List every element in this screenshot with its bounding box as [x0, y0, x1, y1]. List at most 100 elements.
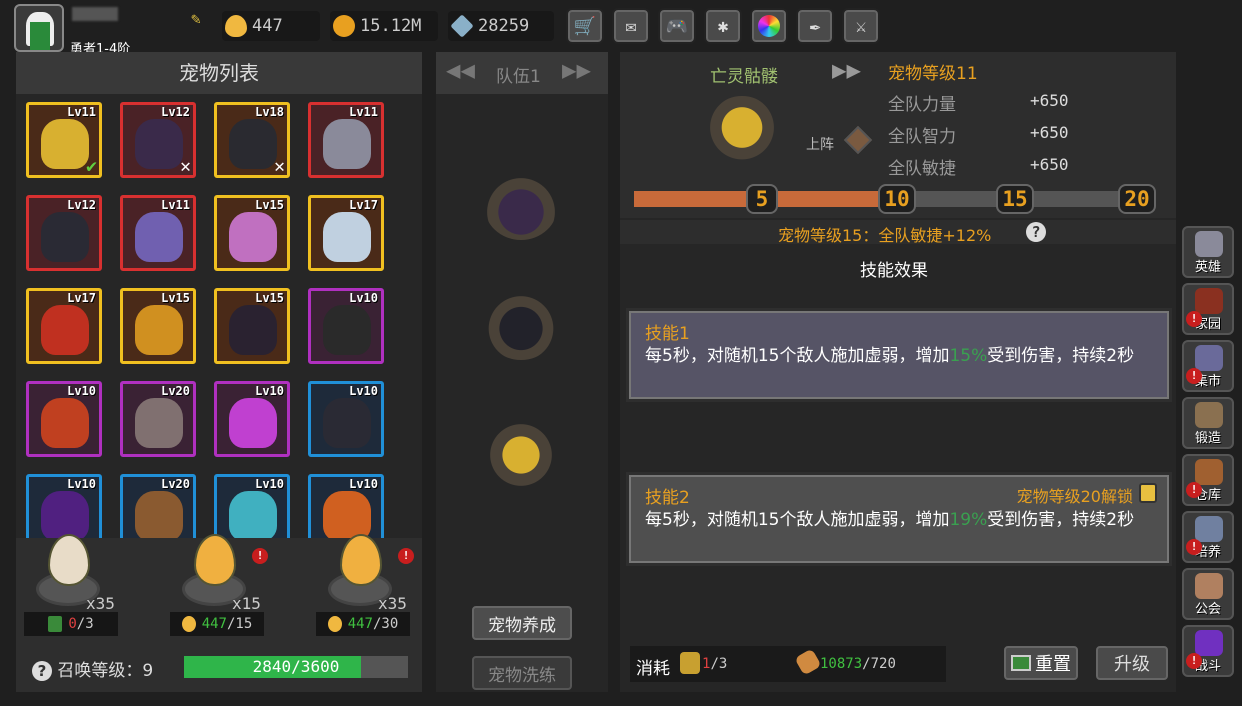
stat-name: 全队敏捷 — [888, 159, 956, 179]
crossed-swords-icon: ✕ — [180, 156, 191, 177]
pet-slot[interactable]: Lv11 — [308, 102, 384, 178]
pet-level-tag: Lv11 — [67, 105, 96, 119]
pet-portrait — [706, 96, 778, 166]
nav-战斗[interactable]: 战斗! — [1182, 625, 1234, 677]
stat-value: +650 — [1030, 155, 1069, 174]
pet-slot[interactable]: Lv15 — [214, 288, 290, 364]
player-name-blurred — [72, 7, 118, 21]
pet-level-tag: Lv11 — [161, 198, 190, 212]
pet-slot[interactable]: Lv18 ✕ — [214, 102, 290, 178]
upgrade-button[interactable]: 升级 — [1096, 646, 1168, 680]
pet-slot[interactable]: Lv17 — [308, 195, 384, 271]
gamepad-button[interactable]: 🎮 — [658, 8, 696, 44]
skill-2-name: 技能2 — [645, 488, 690, 508]
egg-cost: 0/3 — [24, 612, 118, 636]
nav-培养[interactable]: 培养! — [1182, 511, 1234, 563]
pet-slot[interactable]: Lv20 — [120, 474, 196, 538]
milestone-badge: 20 — [1118, 184, 1156, 214]
pet-sprite — [135, 212, 183, 262]
shop-button[interactable]: 🛒 — [566, 8, 604, 44]
mail-icon: ✉ — [625, 15, 637, 37]
pet-slot[interactable]: Lv10 — [308, 288, 384, 364]
pet-slot[interactable]: Lv10 — [26, 474, 102, 538]
pet-slot[interactable]: Lv10 — [308, 381, 384, 457]
pet-wash-button[interactable]: 宠物洗练 — [472, 656, 572, 690]
sword-button[interactable]: ⚔ — [842, 8, 880, 44]
help-icon[interactable]: ? — [32, 661, 52, 681]
pet-slot[interactable]: Lv12 ✕ — [120, 102, 196, 178]
pet-slot[interactable]: Lv15 — [214, 195, 290, 271]
reset-button[interactable]: 重置 — [1004, 646, 1078, 680]
pet-slot[interactable]: Lv10 — [214, 474, 290, 538]
feather-button[interactable]: ✒ — [796, 8, 834, 44]
pet-sprite — [323, 212, 371, 262]
pet-slot[interactable]: Lv10 — [308, 474, 384, 538]
cost-value: 447 — [201, 616, 227, 632]
nav-锻造[interactable]: 锻造 — [1182, 397, 1234, 449]
egg-icon — [181, 616, 196, 632]
mail-button[interactable]: ✉ — [612, 8, 650, 44]
nav-label: 公会 — [1194, 602, 1221, 617]
pet-slot[interactable]: Lv12 — [26, 195, 102, 271]
pet-slot[interactable]: Lv17 — [26, 288, 102, 364]
milestone-badge: 10 — [878, 184, 916, 214]
bonus-help-icon[interactable]: ? — [1026, 222, 1046, 242]
pet-essence-icon — [680, 652, 700, 674]
pet-slot[interactable]: Lv11 ✔ — [26, 102, 102, 178]
stat-name: 全队智力 — [888, 127, 956, 147]
settings-button[interactable]: ✱ — [704, 8, 742, 44]
egg-cost: 447/30 — [316, 612, 410, 636]
nav-icon — [1195, 288, 1223, 314]
pet-list-title: 宠物列表 — [16, 52, 422, 94]
team-pet-slot-3[interactable] — [484, 420, 558, 490]
nav-英雄[interactable]: 英雄 — [1182, 226, 1234, 278]
pet-sprite — [229, 119, 277, 169]
pet-sprite — [323, 305, 371, 355]
pet-level-tag: Lv11 — [349, 105, 378, 119]
pet-level-tag: Lv10 — [255, 477, 284, 491]
pet-sprite — [135, 398, 183, 448]
cost-max: /3 — [76, 616, 94, 632]
nav-label: 英雄 — [1194, 260, 1221, 275]
next-pet-arrow-icon[interactable]: ▶▶ — [832, 56, 861, 84]
pet-slot[interactable]: Lv10 — [214, 381, 290, 457]
pet-slot[interactable]: Lv11 — [120, 195, 196, 271]
nav-集市[interactable]: 集市! — [1182, 340, 1234, 392]
pet-sprite — [229, 398, 277, 448]
edit-icon[interactable]: ✎ — [191, 9, 201, 28]
nav-公会[interactable]: 公会 — [1182, 568, 1234, 620]
lock-icon — [1139, 483, 1157, 503]
pet-sprite — [41, 212, 89, 262]
team-next-arrow-icon[interactable]: ▶▶ — [562, 56, 591, 84]
pet-slot[interactable]: Lv20 — [120, 381, 196, 457]
color-wheel-button[interactable] — [750, 8, 788, 44]
skill-section-title: 技能效果 — [860, 261, 928, 281]
gamepad-icon: 🎮 — [665, 15, 689, 37]
team-pet-slot-2[interactable] — [484, 290, 558, 360]
pet-name: 亡灵骷髅 — [710, 67, 778, 87]
alert-icon: ! — [252, 548, 268, 564]
pet-sprite — [229, 212, 277, 262]
pet-level-tag: Lv10 — [255, 384, 284, 398]
nav-icon — [1195, 516, 1223, 542]
team-prev-arrow-icon[interactable]: ◀◀ — [446, 56, 475, 84]
summon-progress-text: 2840/3600 — [252, 657, 340, 676]
alert-icon: ! — [1186, 368, 1202, 384]
pet-slot[interactable]: Lv15 — [120, 288, 196, 364]
cost-value: 0 — [68, 616, 77, 632]
pet-train-button[interactable]: 宠物养成 — [472, 606, 572, 640]
pet-slot[interactable]: Lv10 — [26, 381, 102, 457]
feather-icon: ✒ — [809, 15, 821, 37]
nav-仓库[interactable]: 仓库! — [1182, 454, 1234, 506]
cost-2: 10873/720 — [820, 656, 896, 672]
egg-cost: 447/15 — [170, 612, 264, 636]
player-avatar[interactable] — [14, 4, 64, 52]
skill-2-desc: 每5秒，对随机15个敌人施加虚弱，增加19%受到伤害，持续2秒 — [645, 510, 1135, 530]
nav-家园[interactable]: 家园! — [1182, 283, 1234, 335]
team-pet-slot-1[interactable] — [484, 170, 558, 240]
gem-icon — [450, 14, 474, 38]
pet-level-tag: Lv20 — [161, 384, 190, 398]
alert-icon: ! — [1186, 539, 1202, 555]
pet-level: 宠物等级11 — [888, 64, 978, 84]
nav-icon — [1195, 231, 1223, 257]
